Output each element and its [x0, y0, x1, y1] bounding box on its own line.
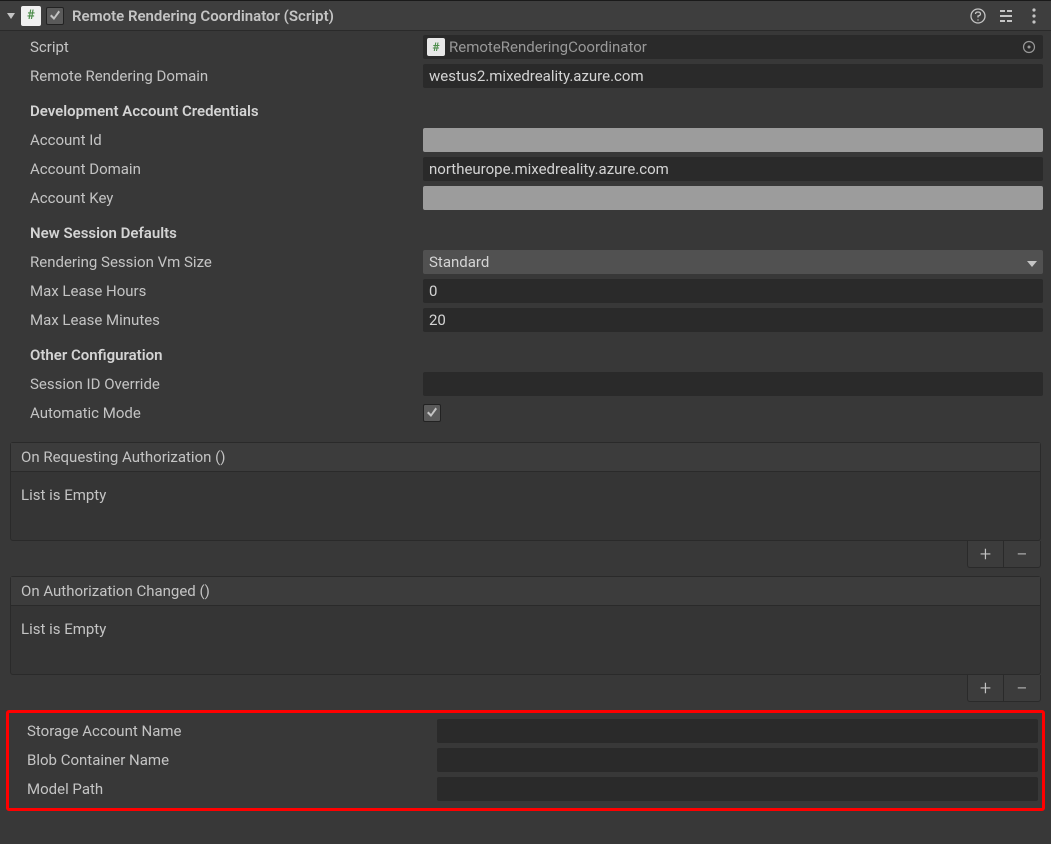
help-icon[interactable]: [969, 7, 987, 25]
vm-size-label: Rendering Session Vm Size: [8, 253, 423, 271]
automatic-mode-checkbox[interactable]: [423, 404, 441, 422]
dev-credentials-header: Development Account Credentials: [8, 102, 1043, 120]
add-event-button[interactable]: +: [968, 541, 1004, 567]
storage-name-label: Storage Account Name: [13, 722, 437, 740]
max-minutes-label: Max Lease Minutes: [8, 311, 423, 329]
script-value-icon: #: [427, 38, 445, 56]
component-title: Remote Rendering Coordinator (Script): [72, 7, 969, 25]
account-key-label: Account Key: [8, 189, 423, 207]
session-override-input[interactable]: [423, 372, 1043, 396]
vm-size-dropdown[interactable]: Standard: [423, 250, 1043, 274]
component-body: Script # RemoteRenderingCoordinator Remo…: [0, 31, 1051, 434]
remove-event-button[interactable]: −: [1004, 541, 1040, 567]
vm-size-value: Standard: [429, 253, 489, 271]
model-path-label: Model Path: [13, 780, 437, 798]
max-hours-label: Max Lease Hours: [8, 282, 423, 300]
session-override-label: Session ID Override: [8, 375, 423, 393]
menu-icon[interactable]: [1025, 7, 1043, 25]
inspector-component: # Remote Rendering Coordinator (Script) …: [0, 0, 1051, 811]
add-event-button[interactable]: +: [968, 675, 1004, 701]
event-header: On Authorization Changed (): [11, 577, 1040, 606]
blob-container-input[interactable]: [437, 748, 1038, 772]
on-authorization-changed-event: On Authorization Changed () List is Empt…: [10, 576, 1041, 675]
script-file-icon: #: [21, 6, 41, 26]
account-id-input[interactable]: [423, 128, 1043, 152]
component-header: # Remote Rendering Coordinator (Script): [0, 1, 1051, 31]
event-empty-text: List is Empty: [11, 472, 1040, 540]
storage-name-input[interactable]: [437, 719, 1038, 743]
foldout-arrow-icon[interactable]: [4, 9, 18, 23]
event-empty-text: List is Empty: [11, 606, 1040, 674]
max-hours-input[interactable]: [423, 279, 1043, 303]
account-domain-input[interactable]: [423, 157, 1043, 181]
script-label: Script: [8, 38, 423, 56]
automatic-mode-label: Automatic Mode: [8, 404, 423, 422]
session-defaults-header: New Session Defaults: [8, 224, 1043, 242]
object-picker-icon[interactable]: [1021, 39, 1037, 55]
model-path-input[interactable]: [437, 777, 1038, 801]
account-domain-label: Account Domain: [8, 160, 423, 178]
highlighted-storage-section: Storage Account Name Blob Container Name…: [6, 710, 1045, 811]
script-value: RemoteRenderingCoordinator: [449, 38, 647, 56]
account-key-input[interactable]: [423, 186, 1043, 210]
enable-component-checkbox[interactable]: [46, 7, 64, 25]
preset-icon[interactable]: [997, 7, 1015, 25]
account-id-label: Account Id: [8, 131, 423, 149]
other-config-header: Other Configuration: [8, 346, 1043, 364]
on-requesting-authorization-event: On Requesting Authorization () List is E…: [10, 442, 1041, 541]
max-minutes-input[interactable]: [423, 308, 1043, 332]
remote-domain-label: Remote Rendering Domain: [8, 67, 423, 85]
remote-domain-input[interactable]: [423, 64, 1043, 88]
remove-event-button[interactable]: −: [1004, 675, 1040, 701]
chevron-down-icon: [1027, 253, 1037, 271]
event-header: On Requesting Authorization (): [11, 443, 1040, 472]
blob-container-label: Blob Container Name: [13, 751, 437, 769]
script-object-field[interactable]: # RemoteRenderingCoordinator: [423, 35, 1043, 59]
